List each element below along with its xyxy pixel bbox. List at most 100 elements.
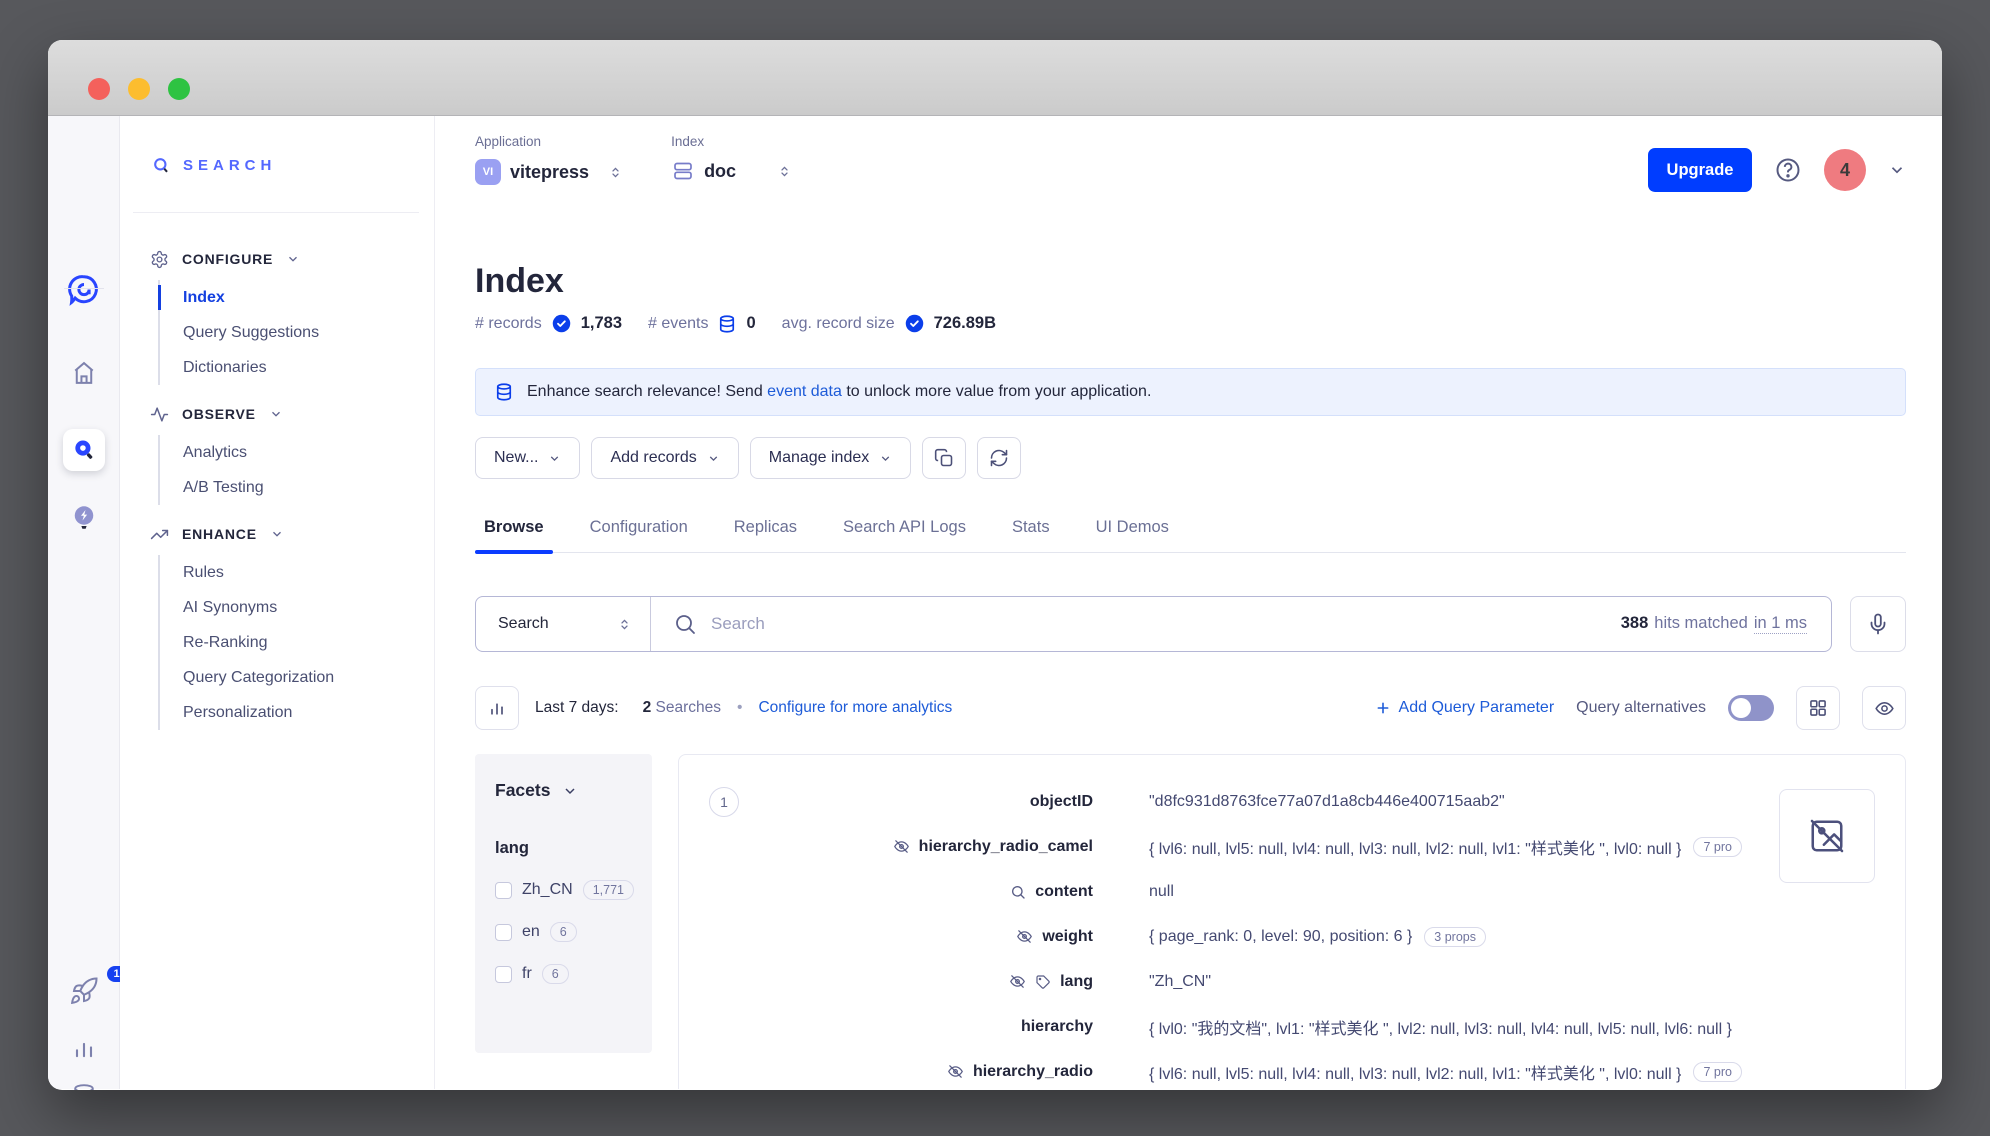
configure-analytics-link[interactable]: Configure for more analytics — [758, 699, 952, 717]
rocket-icon[interactable]: 1/5 — [69, 976, 99, 1006]
facet-item-fr[interactable]: fr 6 — [495, 964, 632, 984]
image-off-icon — [1808, 817, 1846, 855]
tab-configuration[interactable]: Configuration — [588, 512, 690, 552]
search-icon — [1010, 884, 1026, 900]
sidebar-item-ai-synonyms[interactable]: AI Synonyms — [160, 590, 434, 625]
select-updown-icon — [608, 165, 623, 180]
maximize-window-button[interactable] — [168, 78, 190, 100]
facets-title[interactable]: Facets — [495, 780, 632, 801]
minimize-window-button[interactable] — [128, 78, 150, 100]
banner-text-before: Enhance search relevance! Send — [527, 383, 763, 400]
facet-group-lang: lang — [495, 839, 632, 858]
eye-off-icon — [893, 838, 910, 855]
stat-events: # events 0 — [648, 314, 756, 334]
facets-panel: Facets lang Zh_CN 1,771 — [475, 754, 652, 1053]
checkbox[interactable] — [495, 882, 512, 899]
window-titlebar — [48, 40, 1942, 116]
sidebar-item-rules[interactable]: Rules — [160, 555, 434, 590]
events-banner: Enhance search relevance! Send event dat… — [475, 368, 1906, 416]
index-stats: # records 1,783 # events 0 — [475, 313, 996, 334]
analytics-chart-icon[interactable] — [475, 686, 519, 730]
banner-text-after: to unlock more value from your applicati… — [846, 383, 1151, 400]
eye-off-icon — [1016, 928, 1033, 945]
tab-search-api-logs[interactable]: Search API Logs — [841, 512, 968, 552]
query-alternatives-toggle[interactable] — [1728, 695, 1774, 721]
sidebar-item-re-ranking[interactable]: Re-Ranking — [160, 625, 434, 660]
check-circle-icon — [551, 313, 572, 334]
add-query-parameter-button[interactable]: Add Query Parameter — [1375, 699, 1555, 717]
nav-section-label: OBSERVE — [182, 406, 256, 422]
search-icon — [673, 612, 697, 636]
sidebar-item-index[interactable]: Index — [160, 280, 434, 315]
checkbox[interactable] — [495, 966, 512, 983]
new-button[interactable]: New... — [475, 437, 580, 479]
recommend-icon[interactable] — [69, 503, 99, 533]
manage-index-button[interactable]: Manage index — [750, 437, 912, 479]
plus-icon — [1375, 700, 1391, 716]
search-bar: Search 388 hits matched in 1 ms — [475, 596, 1832, 652]
checkbox[interactable] — [495, 924, 512, 941]
select-updown-icon — [777, 164, 792, 179]
application-selector[interactable]: VI vitepress — [475, 159, 623, 185]
microphone-icon[interactable] — [1850, 596, 1906, 652]
sidebar-item-ab-testing[interactable]: A/B Testing — [160, 470, 434, 505]
sidebar-item-query-categorization[interactable]: Query Categorization — [160, 660, 434, 695]
check-circle-icon — [904, 313, 925, 334]
select-updown-icon — [617, 617, 632, 632]
search-mode-select[interactable]: Search — [476, 597, 651, 651]
search-brand-icon — [152, 156, 171, 175]
tab-stats[interactable]: Stats — [1010, 512, 1052, 552]
hits-time: in 1 ms — [1754, 614, 1807, 634]
database-icon[interactable] — [70, 1082, 98, 1090]
record-field-hierarchy-radio-camel: hierarchy_radio_camel { lvl6: null, lvl5… — [679, 824, 1905, 869]
nav-section-configure[interactable]: CONFIGURE — [120, 246, 434, 272]
eye-icon[interactable] — [1862, 686, 1906, 730]
home-icon[interactable] — [70, 359, 98, 387]
record-number: 1 — [709, 787, 739, 817]
record-field-lang: lang "Zh_CN" — [679, 959, 1905, 1004]
chevron-down-icon[interactable] — [1888, 161, 1906, 179]
record-field-content: content null — [679, 869, 1905, 914]
search-product-active[interactable] — [63, 429, 105, 471]
analytics-count: 2 — [643, 699, 652, 716]
record-field-weight: weight { page_rank: 0, level: 90, positi… — [679, 914, 1905, 959]
sidebar-item-query-suggestions[interactable]: Query Suggestions — [160, 315, 434, 350]
algolia-logo-icon[interactable] — [66, 272, 102, 308]
sidebar-item-analytics[interactable]: Analytics — [160, 435, 434, 470]
bar-chart-icon[interactable] — [70, 1034, 98, 1062]
nav-section-label: CONFIGURE — [182, 251, 273, 267]
copy-icon[interactable] — [922, 437, 966, 479]
chevron-down-icon — [707, 452, 720, 465]
nav-section-enhance[interactable]: ENHANCE — [120, 521, 434, 547]
tab-browse[interactable]: Browse — [482, 512, 546, 552]
facet-item-en[interactable]: en 6 — [495, 922, 632, 942]
help-icon[interactable] — [1774, 156, 1802, 184]
icon-rail: 1/5 — [48, 116, 120, 1089]
brand-label: SEARCH — [183, 157, 276, 174]
nav-section-observe[interactable]: OBSERVE — [120, 401, 434, 427]
separator-dot: • — [737, 699, 742, 717]
avatar[interactable]: 4 — [1824, 149, 1866, 191]
index-selector[interactable]: doc — [671, 159, 792, 183]
index-tabs: Browse Configuration Replicas Search API… — [475, 512, 1906, 553]
activity-icon — [150, 405, 169, 424]
chevron-down-icon — [562, 783, 578, 799]
gear-icon — [150, 250, 169, 269]
close-window-button[interactable] — [88, 78, 110, 100]
event-data-link[interactable]: event data — [767, 383, 842, 400]
sidebar-item-personalization[interactable]: Personalization — [160, 695, 434, 730]
tab-replicas[interactable]: Replicas — [732, 512, 799, 552]
search-input[interactable] — [697, 614, 1621, 634]
add-records-button[interactable]: Add records — [591, 437, 738, 479]
trending-up-icon — [150, 525, 169, 544]
grid-view-icon[interactable] — [1796, 686, 1840, 730]
upgrade-button[interactable]: Upgrade — [1648, 148, 1752, 192]
rail-divider — [64, 288, 104, 289]
analytics-row: Last 7 days: 2 Searches • Configure for … — [475, 686, 1906, 730]
refresh-icon[interactable] — [977, 437, 1021, 479]
facet-item-zh-cn[interactable]: Zh_CN 1,771 — [495, 880, 632, 900]
sidebar-item-dictionaries[interactable]: Dictionaries — [160, 350, 434, 385]
tab-ui-demos[interactable]: UI Demos — [1094, 512, 1171, 552]
database-icon — [717, 314, 737, 334]
chevron-down-icon — [548, 452, 561, 465]
